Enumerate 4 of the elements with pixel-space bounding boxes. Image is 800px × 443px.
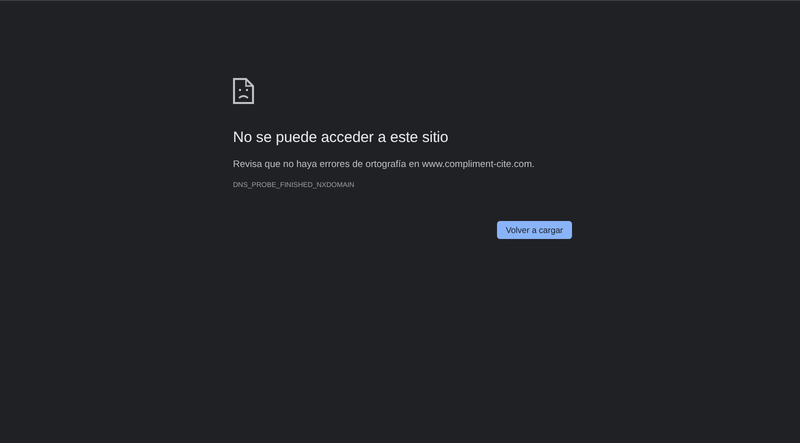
reload-button[interactable]: Volver a cargar — [496, 221, 572, 239]
error-message: Revisa que no haya errores de ortografía en www.compliment-cite.com. — [233, 158, 536, 172]
error-title: No se puede acceder a este sitio — [233, 128, 450, 148]
sad-page-icon — [233, 78, 254, 104]
